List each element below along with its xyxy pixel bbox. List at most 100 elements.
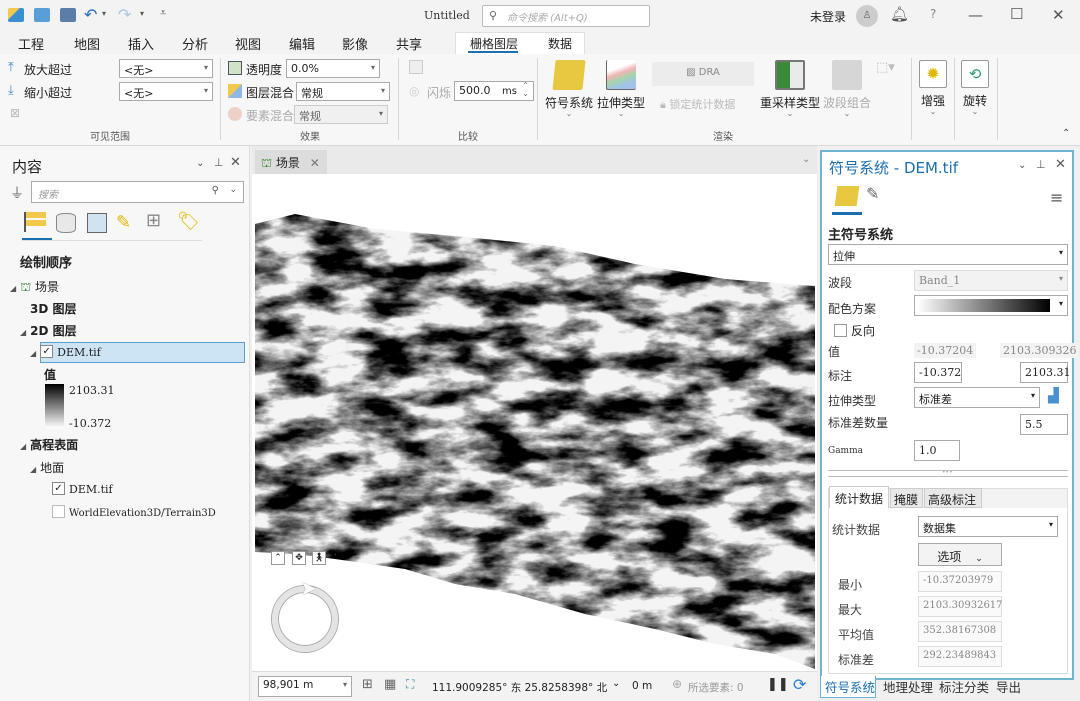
tab-scene[interactable]: ⛫ 场景 ✕ — [255, 150, 327, 174]
pan-button[interactable]: ✥ — [292, 551, 306, 565]
options-button[interactable]: 选项 ⌄ — [918, 543, 1002, 566]
open-project-icon[interactable] — [34, 8, 50, 22]
tree-item-elevation-surfaces[interactable]: ◢ 高程表面 — [20, 436, 78, 453]
redo-icon[interactable]: ↷ — [118, 5, 131, 24]
expand-triangle-icon[interactable]: ◢ — [20, 328, 26, 337]
enhance-button[interactable]: ✹ 增强 ⌄ — [916, 60, 950, 116]
collapse-ribbon-icon[interactable]: ⌃ — [1062, 128, 1070, 139]
tab-analysis[interactable]: 分析 — [182, 34, 208, 53]
renderer-select[interactable]: 拉伸 ▾ — [828, 244, 1068, 265]
tab-edit[interactable]: 编辑 — [289, 34, 315, 53]
tab-list-chevron-icon[interactable]: ⌄ — [802, 154, 810, 165]
bottom-tab-symbology[interactable]: 符号系统 — [825, 677, 875, 696]
clear-limits-icon[interactable]: ⊠ — [10, 106, 20, 120]
north-arrow-icon[interactable]: ➤ — [300, 576, 317, 600]
minimize-button[interactable]: — — [968, 6, 983, 24]
undo-icon[interactable]: ↶ — [84, 5, 97, 24]
snapping-icon[interactable]: ⛶ — [406, 677, 414, 692]
chevron-down-icon[interactable]: ⌄ — [229, 185, 237, 195]
tree-item-scene[interactable]: ◢ ⛫ 场景 — [10, 278, 59, 296]
label-min-input[interactable]: -10.372 — [914, 362, 962, 383]
close-tab-icon[interactable]: ✕ — [310, 156, 320, 170]
rotate-button[interactable]: ⟲ 旋转 ⌄ — [958, 60, 992, 116]
secondary-symbology-tab-icon[interactable]: ✎ — [866, 184, 879, 203]
expand-triangle-icon[interactable]: ◢ — [20, 442, 26, 451]
save-project-icon[interactable] — [60, 8, 76, 22]
tab-view[interactable]: 视图 — [235, 34, 261, 53]
tab-share[interactable]: 共享 — [396, 34, 422, 53]
pane-options-icon[interactable]: ⌄ — [196, 158, 204, 169]
symbology-button[interactable]: 符号系统 ⌄ — [544, 60, 594, 118]
customize-toolbar-icon[interactable]: ⩡ — [160, 6, 166, 20]
list-by-editing-icon[interactable]: ✎ — [116, 212, 131, 233]
list-by-data-source-icon[interactable] — [56, 213, 76, 233]
flicker-rate-input[interactable]: 500.0 ms ⌃ ⌄ — [454, 81, 534, 101]
pane-options-icon[interactable]: ⌄ — [1018, 160, 1026, 171]
terrain-canvas[interactable] — [255, 174, 815, 671]
primary-symbology-tab-icon[interactable] — [834, 186, 860, 206]
fixed-zoom-icon[interactable]: ⊞ — [362, 677, 373, 692]
tab-insert[interactable]: 插入 — [128, 34, 154, 53]
surface-checkbox[interactable] — [52, 505, 65, 518]
histogram-icon[interactable]: ▟ — [1048, 388, 1059, 404]
scale-select[interactable]: 98,901 m ▾ — [258, 676, 352, 697]
tree-item-3d-layers[interactable]: 3D 图层 — [30, 300, 77, 317]
bottom-tab-label-classes[interactable]: 标注分类 — [939, 677, 989, 696]
surface-checkbox[interactable]: ✓ — [52, 482, 65, 495]
undo-dropdown-icon[interactable]: ▾ — [102, 9, 106, 18]
layer-blend-select[interactable]: 常规 ▾ — [296, 82, 390, 101]
command-search-input[interactable]: ⚲ 命令搜索 (Alt+Q) — [482, 5, 650, 27]
maximize-button[interactable]: ☐ — [1010, 5, 1023, 23]
refresh-button[interactable]: ⟳ — [793, 675, 806, 694]
tab-map[interactable]: 地图 — [74, 34, 100, 53]
bottom-tab-export[interactable]: 导出 — [996, 677, 1021, 696]
list-by-labeling-icon[interactable]: 🏷︎ — [177, 211, 200, 232]
tree-item-2d-layers[interactable]: ◢ 2D 图层 — [20, 322, 77, 339]
statistics-source-select[interactable]: 数据集 ▾ — [918, 516, 1058, 537]
splitter-grip[interactable]: ••• — [942, 469, 953, 476]
expand-triangle-icon[interactable]: ◢ — [10, 284, 16, 293]
close-pane-icon[interactable]: ✕ — [230, 155, 241, 170]
std-dev-count-input[interactable]: 5.5 — [1020, 414, 1068, 435]
resample-type-button[interactable]: 重采样类型 ⌄ — [758, 60, 822, 118]
coordinate-format-chevron-icon[interactable]: ⌄ — [612, 678, 620, 689]
new-project-icon[interactable] — [8, 8, 24, 22]
tab-project[interactable]: 工程 — [18, 34, 44, 53]
list-by-drawing-order-icon[interactable] — [24, 212, 46, 232]
subtab-statistics[interactable]: 统计数据 — [829, 486, 889, 508]
subtab-advanced-labeling[interactable]: 高级标注 — [924, 488, 982, 508]
zoom-in-beyond-select[interactable]: <无> ▾ — [119, 59, 213, 78]
expand-triangle-icon[interactable]: ◢ — [30, 349, 36, 358]
subtab-mask[interactable]: 掩膜 — [890, 488, 923, 508]
label-max-input[interactable]: 2103.31 — [1020, 362, 1071, 383]
tab-data[interactable]: 数据 — [548, 35, 572, 52]
help-button[interactable]: ? — [930, 7, 936, 21]
notification-bell-icon[interactable]: 🔔︎ — [890, 5, 909, 23]
tree-item-ground-dem[interactable]: ✓ DEM.tif — [52, 482, 113, 496]
pin-icon[interactable]: ⊥ — [1036, 158, 1046, 171]
sign-in-status[interactable]: 未登录 — [810, 8, 846, 25]
list-by-snapping-icon[interactable]: ⊞ — [146, 210, 161, 231]
layer-visibility-checkbox[interactable]: ✓ — [40, 345, 54, 358]
expand-triangle-icon[interactable]: ◢ — [30, 465, 36, 474]
tree-item-world-elevation[interactable]: WorldElevation3D/Terrain3D — [52, 505, 216, 519]
walk-button[interactable]: 🚶︎ — [312, 551, 326, 565]
contents-search-input[interactable]: 搜索 ⚲ ⌄ — [31, 181, 244, 203]
navigator-grip-icon[interactable]: ⁚ — [334, 548, 337, 558]
stretch-type-select[interactable]: 标准差 ▾ — [914, 387, 1040, 408]
gamma-input[interactable]: 1.0 — [914, 440, 960, 461]
transparency-input[interactable]: 0.0% ▾ — [286, 59, 380, 78]
grid-icon[interactable]: ▦ — [384, 677, 396, 692]
redo-dropdown-icon[interactable]: ▾ — [140, 9, 144, 18]
filter-icon[interactable]: ⏚ — [10, 183, 24, 203]
tree-item-dem-layer[interactable]: ◢ ✓ DEM.tif — [30, 345, 101, 359]
close-button[interactable]: ✕ — [1052, 6, 1065, 24]
tree-item-ground[interactable]: ◢ 地面 — [30, 459, 64, 476]
zoom-out-beyond-select[interactable]: <无> ▾ — [119, 82, 213, 101]
bottom-tab-geoprocessing[interactable]: 地理处理 — [883, 677, 933, 696]
color-scheme-select[interactable]: ▾ — [914, 295, 1068, 316]
tilt-up-button[interactable]: ⌃ — [271, 551, 285, 565]
hamburger-menu-icon[interactable]: ≡ — [1050, 188, 1063, 207]
list-by-selection-icon[interactable] — [87, 213, 107, 233]
tab-imagery[interactable]: 影像 — [342, 34, 368, 53]
